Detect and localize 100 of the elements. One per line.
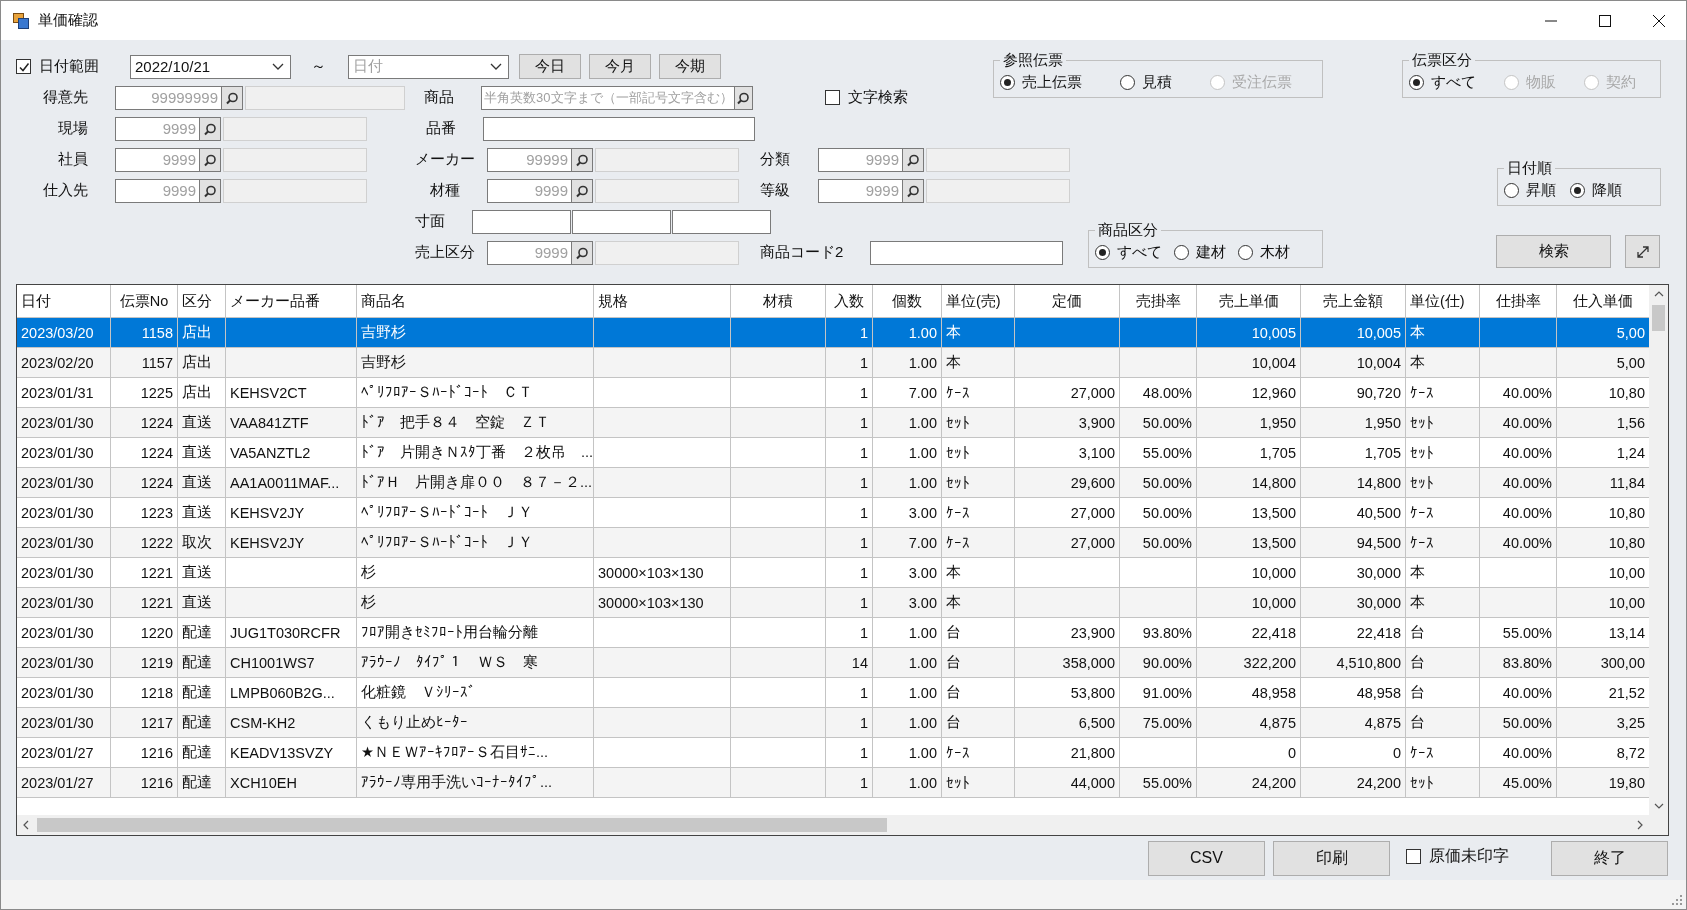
period-button[interactable]: 今日 [519, 54, 581, 79]
column-header[interactable]: 定価 [1015, 285, 1120, 317]
table-row[interactable]: 2023/01/30 1222 取次 KEHSV2JY ﾍﾟﾘﾌﾛｱｰＳﾊｰﾄﾞｺｰﾄ ＪＹ 1 7.00 ｹｰｽ 27,000 50.00% 13,500 94,500 ｹｰｽ 40.00% 10,80 [17, 528, 1649, 558]
code-field[interactable]: 99999999 [115, 85, 221, 110]
table-cell: 店出 [178, 348, 226, 377]
checkbox[interactable]: 日付範囲 [16, 57, 130, 76]
period-button[interactable]: 今期 [659, 54, 721, 79]
table-cell: 1 [826, 378, 873, 407]
column-header[interactable]: 材積 [731, 285, 826, 317]
radio-button[interactable]: すべて [1095, 243, 1162, 262]
column-header[interactable]: 規格 [594, 285, 731, 317]
table-row[interactable]: 2023/03/20 1158 店出 吉野杉 1 1.00 本 10,005 10,005 本 5,00 [17, 318, 1649, 348]
code-field[interactable]: 99999 [487, 147, 571, 172]
search-button[interactable] [221, 85, 243, 110]
search-button[interactable] [733, 85, 753, 110]
table-row[interactable]: 2023/01/27 1216 配達 KEADV13SVZY ★ＮＥＷｱｰｷﾌﾛｱｰＳ石目ｻﾆ... 1 1.00 ｹｰｽ 21,800 0 0 ｹｰｽ 40.00% 8,72 [17, 738, 1649, 768]
table-cell: 10,000 [1197, 588, 1301, 617]
scrollbar-thumb[interactable] [1652, 305, 1665, 331]
radio-button[interactable]: 昇順 [1504, 181, 1556, 200]
column-header[interactable]: 仕掛率 [1480, 285, 1557, 317]
code-field[interactable]: 9999 [115, 178, 199, 203]
dimension-field[interactable] [472, 209, 571, 234]
table-row[interactable]: 2023/01/30 1218 配達 LMPB060B2G... 化粧鏡 Ｖｼﾘｰｽﾞ 1 1.00 台 53,800 91.00% 48,958 48,958 台 40.00% 21,52 [17, 678, 1649, 708]
scrollbar-thumb[interactable] [37, 818, 887, 832]
product-field[interactable]: 半角英数30文字まで（一部記号文字含む） [481, 85, 734, 110]
table-cell: 配達 [178, 738, 226, 767]
horizontal-scrollbar[interactable] [17, 815, 1649, 835]
code-field[interactable]: 9999 [115, 116, 199, 141]
group-title: 日付順 [1506, 159, 1553, 178]
table-row[interactable]: 2023/01/27 1216 配達 XCH10EH ｱﾗｳｰﾉ専用手洗いｺｰﾅｰﾀｲﾌﾟ... 1 1.00 ｾｯﾄ 44,000 55.00% 24,200 24,200 ｾｯﾄ 45.00% 19,80 [17, 768, 1649, 798]
radio-button[interactable]: 建材 [1174, 243, 1226, 262]
table-row[interactable]: 2023/01/30 1221 直送 杉 30000×103×130 1 3.00 本 10,000 30,000 本 10,00 [17, 558, 1649, 588]
date-combo[interactable]: 2022/10/21 [130, 54, 291, 79]
table-cell: 30,000 [1301, 588, 1406, 617]
column-header[interactable]: 単位(仕) [1406, 285, 1480, 317]
radio-button[interactable]: 見積 [1120, 73, 1172, 92]
table-cell: 322,200 [1197, 648, 1301, 677]
table-cell: 1,705 [1197, 438, 1301, 467]
column-header[interactable]: 売上単価 [1197, 285, 1301, 317]
checkbox[interactable]: 文字検索 [825, 88, 908, 107]
table-row[interactable]: 2023/01/30 1224 直送 AA1A0011MAF... ﾄﾞｱＨ 片開き扉００ ８７－２... 1 1.00 ｾｯﾄ 29,600 50.00% 14,800 14,800 ｾｯﾄ 40.00% 11,84 [17, 468, 1649, 498]
column-header[interactable]: 伝票No [111, 285, 178, 317]
table-cell: 10,004 [1301, 348, 1406, 377]
field-label: メーカー [415, 150, 476, 169]
search-icon [736, 90, 751, 105]
table-cell: 1 [826, 708, 873, 737]
search-button[interactable] [199, 178, 221, 203]
table-cell: 50.00% [1120, 498, 1197, 527]
column-header[interactable]: 日付 [17, 285, 111, 317]
column-header[interactable]: 個数 [873, 285, 942, 317]
table-row[interactable]: 2023/01/30 1223 直送 KEHSV2JY ﾍﾟﾘﾌﾛｱｰＳﾊｰﾄﾞｺｰﾄ ＪＹ 1 3.00 ｹｰｽ 27,000 50.00% 13,500 40,500 ｹｰｽ 40.00% 10,80 [17, 498, 1649, 528]
checkbox[interactable]: 原価未印字 [1406, 845, 1509, 867]
table-row[interactable]: 2023/01/30 1224 直送 VAA841ZTF ﾄﾞｱ 把手８４ 空錠 ＺＴ 1 1.00 ｾｯﾄ 3,900 50.00% 1,950 1,950 ｾｯﾄ 40.00% 1,56 [17, 408, 1649, 438]
search-button[interactable]: 検索 [1496, 235, 1611, 268]
table-row[interactable]: 2023/01/30 1221 直送 杉 30000×103×130 1 3.00 本 10,000 30,000 本 10,00 [17, 588, 1649, 618]
column-header[interactable]: 商品名 [357, 285, 594, 317]
column-header[interactable]: 入数 [826, 285, 873, 317]
table-row[interactable]: 2023/01/30 1217 配達 CSM-KH2 くもり止めﾋｰﾀｰ 1 1.00 台 6,500 75.00% 4,875 4,875 台 50.00% 3,25 [17, 708, 1649, 738]
search-button[interactable] [571, 178, 593, 203]
column-header[interactable]: 売掛率 [1120, 285, 1197, 317]
column-header[interactable]: 区分 [178, 285, 226, 317]
search-button[interactable] [571, 240, 593, 265]
period-button[interactable]: 今月 [589, 54, 651, 79]
column-header[interactable]: 単位(売) [942, 285, 1015, 317]
dimension-field[interactable] [672, 209, 771, 234]
text-field[interactable] [870, 240, 1064, 265]
table-row[interactable]: 2023/01/30 1224 直送 VA5ANZTL2 ﾄﾞｱ 片開きＮｽﾀ丁番 ２枚吊 ... 1 1.00 ｾｯﾄ 3,100 55.00% 1,705 1,705 ｾｯﾄ 40.00% 1,24 [17, 438, 1649, 468]
close-button[interactable]: 終了 [1551, 840, 1668, 876]
search-button[interactable] [571, 147, 593, 172]
code-field[interactable]: 9999 [487, 178, 571, 203]
table-cell: ｾｯﾄ [1406, 768, 1480, 797]
table-row[interactable]: 2023/01/31 1225 店出 KEHSV2CT ﾍﾟﾘﾌﾛｱｰＳﾊｰﾄﾞｺｰﾄ ＣＴ 1 7.00 ｹｰｽ 27,000 48.00% 12,960 90,720 ｹｰｽ 40.00% 10,80 [17, 378, 1649, 408]
table-cell: 40.00% [1480, 408, 1557, 437]
dimension-field[interactable] [572, 209, 671, 234]
table-cell: ﾄﾞｱ 片開きＮｽﾀ丁番 ２枚吊 ... [357, 438, 594, 467]
table-cell: ｹｰｽ [942, 738, 1015, 767]
search-button[interactable] [902, 147, 924, 172]
table-cell: 13,500 [1197, 498, 1301, 527]
search-button[interactable] [902, 178, 924, 203]
column-header[interactable]: メーカー品番 [226, 285, 357, 317]
code-field[interactable]: 9999 [818, 147, 902, 172]
table-row[interactable]: 2023/01/30 1219 配達 CH1001WS7 ｱﾗｳｰﾉ ﾀｲﾌﾟ１ ＷＳ 寒 14 1.00 台 358,000 90.00% 322,200 4,510,800 台 83.80% 300,00 [17, 648, 1649, 678]
text-field[interactable] [482, 116, 755, 141]
radio-button[interactable]: 売上伝票 [1000, 73, 1082, 92]
code-field[interactable]: 9999 [818, 178, 902, 203]
code-field[interactable]: 9999 [487, 240, 571, 265]
table-cell: 直送 [178, 588, 226, 617]
table-row[interactable]: 2023/02/20 1157 店出 吉野杉 1 1.00 本 10,004 10,004 本 5,00 [17, 348, 1649, 378]
search-button[interactable] [199, 147, 221, 172]
footer-button[interactable]: CSV [1148, 840, 1265, 876]
radio-button[interactable]: 木材 [1238, 243, 1290, 262]
radio-button[interactable]: 降順 [1570, 181, 1622, 200]
vertical-scrollbar[interactable] [1649, 285, 1668, 815]
footer-button[interactable]: 印刷 [1273, 840, 1390, 876]
code-field[interactable]: 9999 [115, 147, 199, 172]
table-row[interactable]: 2023/01/30 1220 配達 JUG1T030RCFR ﾌﾛｱ開きｾﾐﾌﾛｰﾄ用台輪分離 1 1.00 台 23,900 93.80% 22,418 22,418 台 55.00% 13,14 [17, 618, 1649, 648]
search-button[interactable] [199, 116, 221, 141]
expand-button[interactable] [1625, 235, 1660, 268]
column-header[interactable]: 売上金額 [1301, 285, 1406, 317]
radio-button[interactable]: すべて [1409, 73, 1476, 92]
